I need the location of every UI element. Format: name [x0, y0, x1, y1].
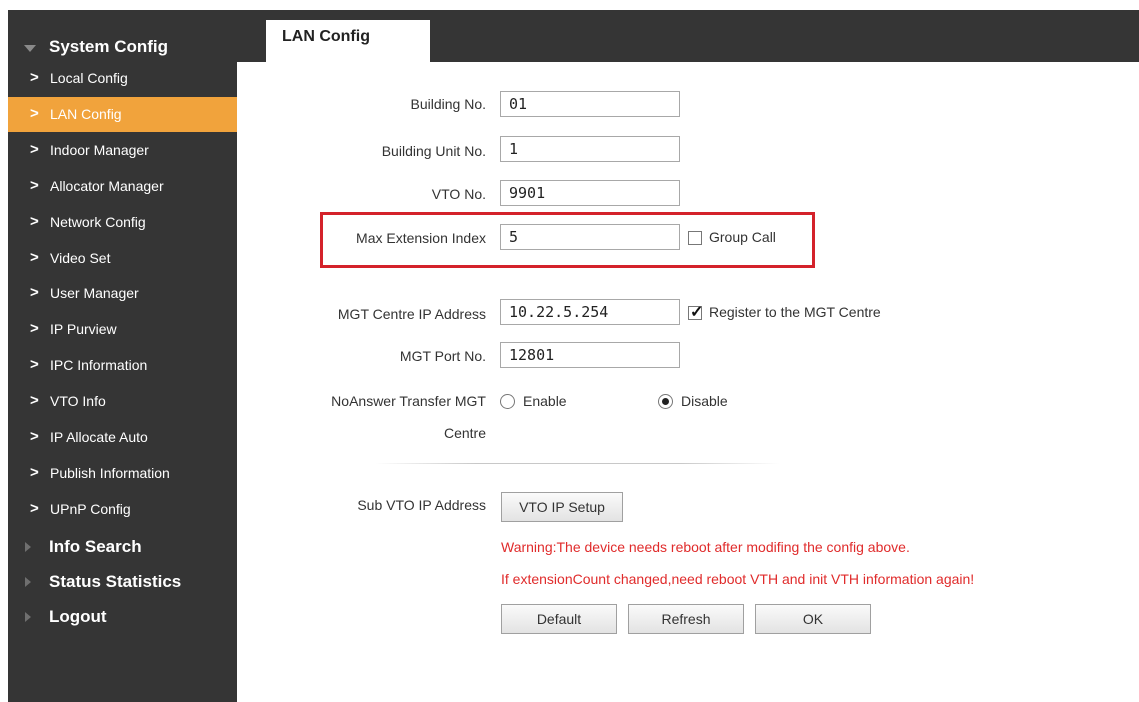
mgt-centre-ip-label: MGT Centre IP Address [337, 306, 486, 322]
chevron-right-icon: > [30, 249, 39, 266]
ok-button[interactable]: OK [755, 604, 871, 634]
enable-radio-label: Enable [523, 393, 567, 409]
mgt-centre-ip-input[interactable]: 10.22.5.254 [500, 299, 680, 325]
chevron-right-icon: > [30, 356, 39, 373]
chevron-right-icon: > [30, 320, 39, 337]
chevron-right-icon: > [30, 428, 39, 445]
register-mgt-label: Register to the MGT Centre [709, 304, 881, 320]
max-extension-index-label: Max Extension Index [356, 230, 486, 246]
mgt-port-label: MGT Port No. [399, 348, 486, 364]
sidebar-item-ip-purview[interactable]: > IP Purview [8, 312, 237, 347]
max-extension-index-input[interactable]: 5 [500, 224, 680, 250]
enable-radio[interactable] [500, 394, 515, 409]
chevron-right-icon: > [30, 105, 39, 122]
sidebar-item-indoor-manager[interactable]: > Indoor Manager [8, 133, 237, 168]
sidebar-item-label: Local Config [50, 70, 128, 86]
building-unit-no-label: Building Unit No. [381, 143, 486, 159]
tab-label: LAN Config [282, 28, 370, 45]
chevron-right-icon: > [30, 213, 39, 230]
sidebar-item-label: Allocator Manager [50, 178, 164, 194]
section-label: System Config [49, 37, 169, 56]
tab-lan-config[interactable]: LAN Config [266, 20, 430, 62]
sidebar-item-label: User Manager [50, 285, 139, 301]
warning-reboot-text: Warning:The device needs reboot after mo… [501, 539, 910, 555]
section-status-statistics[interactable]: Status Statistics [8, 565, 237, 599]
sidebar-item-label: LAN Config [50, 106, 122, 122]
radio-selected-dot [662, 398, 669, 405]
sidebar-item-label: Publish Information [50, 465, 170, 481]
sidebar-item-local-config[interactable]: > Local Config [8, 61, 237, 96]
sidebar: System Config > Local Config > LAN Confi… [8, 10, 237, 702]
disable-radio-label: Disable [681, 393, 728, 409]
chevron-right-icon: > [30, 177, 39, 194]
collapsed-arrow-icon [25, 612, 31, 622]
sidebar-item-user-manager[interactable]: > User Manager [8, 276, 237, 311]
vto-no-input[interactable]: 9901 [500, 180, 680, 206]
sidebar-item-label: IP Purview [50, 321, 117, 337]
sidebar-item-label: UPnP Config [50, 501, 131, 517]
building-unit-no-input[interactable]: 1 [500, 136, 680, 162]
section-label: Status Statistics [49, 572, 182, 591]
chevron-right-icon: > [30, 500, 39, 517]
vto-ip-setup-button[interactable]: VTO IP Setup [501, 492, 623, 522]
chevron-right-icon: > [30, 392, 39, 409]
vto-no-label: VTO No. [431, 186, 486, 202]
register-mgt-checkbox[interactable]: ✓ [688, 304, 703, 321]
noanswer-transfer-label-cont: Centre [443, 425, 486, 441]
sidebar-item-publish-information[interactable]: > Publish Information [8, 456, 237, 491]
section-label: Info Search [49, 537, 142, 556]
disable-radio[interactable] [658, 394, 673, 409]
sidebar-item-label: Video Set [50, 250, 111, 266]
collapsed-arrow-icon [25, 577, 31, 587]
building-no-label: Building No. [410, 96, 487, 112]
default-button[interactable]: Default [501, 604, 617, 634]
sidebar-item-upnp-config[interactable]: > UPnP Config [8, 492, 237, 527]
sidebar-item-vto-info[interactable]: > VTO Info [8, 384, 237, 419]
sidebar-item-label: VTO Info [50, 393, 106, 409]
sub-vto-ip-label: Sub VTO IP Address [357, 497, 486, 513]
sidebar-item-ip-allocate-auto[interactable]: > IP Allocate Auto [8, 420, 237, 455]
sidebar-item-label: Indoor Manager [50, 142, 149, 158]
chevron-right-icon: > [30, 284, 39, 301]
collapsed-arrow-icon [25, 542, 31, 552]
chevron-right-icon: > [30, 464, 39, 481]
chevron-right-icon: > [30, 141, 39, 158]
section-label: Logout [49, 607, 107, 626]
checkmark-icon: ✓ [690, 304, 704, 321]
group-call-checkbox[interactable] [688, 231, 702, 245]
noanswer-transfer-label: NoAnswer Transfer MGT [331, 393, 486, 409]
divider [375, 463, 780, 464]
sidebar-item-allocator-manager[interactable]: > Allocator Manager [8, 169, 237, 204]
section-logout[interactable]: Logout [8, 600, 237, 634]
refresh-button[interactable]: Refresh [628, 604, 744, 634]
section-info-search[interactable]: Info Search [8, 530, 237, 564]
warning-extension-text: If extensionCount changed,need reboot VT… [501, 571, 975, 587]
sidebar-item-lan-config[interactable]: > LAN Config [8, 97, 237, 132]
expand-arrow-icon [24, 45, 36, 52]
group-call-label: Group Call [709, 229, 776, 245]
chevron-right-icon: > [30, 69, 39, 86]
sidebar-item-label: IP Allocate Auto [50, 429, 148, 445]
sidebar-item-ipc-information[interactable]: > IPC Information [8, 348, 237, 383]
sidebar-item-video-set[interactable]: > Video Set [8, 241, 237, 276]
sidebar-item-network-config[interactable]: > Network Config [8, 205, 237, 240]
sidebar-item-label: IPC Information [50, 357, 148, 373]
section-system-config[interactable]: System Config [8, 30, 237, 64]
building-no-input[interactable]: 01 [500, 91, 680, 117]
sidebar-item-label: Network Config [50, 214, 146, 230]
mgt-port-input[interactable]: 12801 [500, 342, 680, 368]
